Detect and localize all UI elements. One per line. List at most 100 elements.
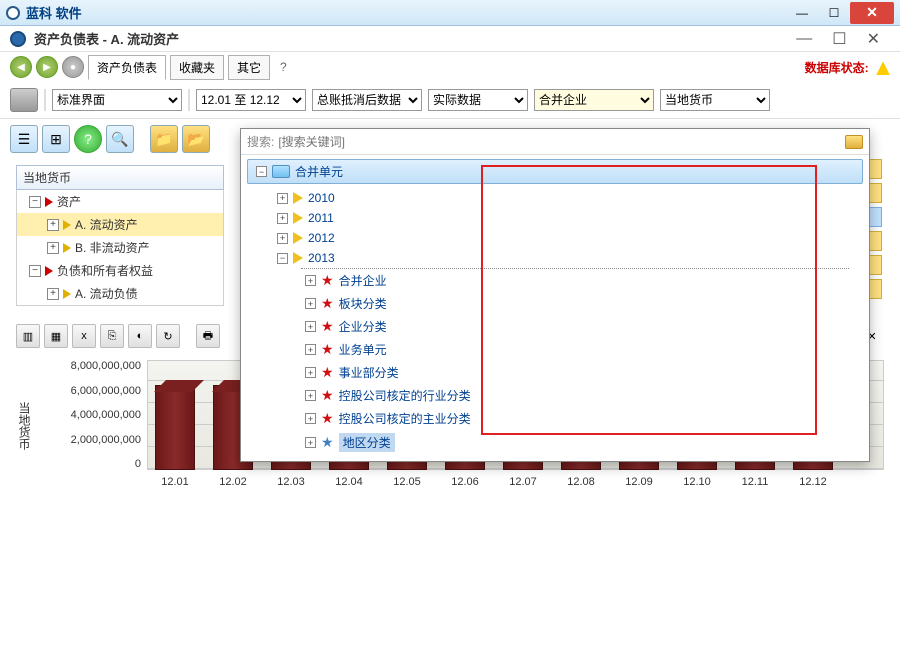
chart-print-icon[interactable]: 🖶 [196,324,220,348]
back-button[interactable]: ◀ [10,56,32,78]
inner-maximize[interactable]: ☐ [822,29,856,49]
maximize-button[interactable]: ☐ [818,2,850,24]
ledger-select[interactable]: 总账抵消后数据 [312,89,422,111]
toggle-icon[interactable]: + [305,437,316,448]
toggle-icon[interactable]: + [305,275,316,286]
year-icon [293,192,303,204]
toggle-icon[interactable]: + [277,213,288,224]
chart-refresh-icon[interactable]: ↻ [156,324,180,348]
overlay-root-node[interactable]: − 合并单元 [247,159,863,184]
node-label: B. 非流动资产 [75,239,150,256]
x-tick: 12.06 [445,476,485,488]
stop-button[interactable]: ● [62,56,84,78]
tab-other[interactable]: 其它 [228,55,270,80]
star-icon: ★ [321,341,334,358]
inner-titlebar: 资产负债表 - A. 流动资产 — ☐ ✕ [0,26,900,52]
folder-up-icon[interactable]: 📂 [182,125,210,153]
toggle-icon[interactable]: − [29,265,41,277]
toggle-icon[interactable]: + [277,193,288,204]
x-tick: 12.07 [503,476,543,488]
entity-select[interactable]: 合并企业 [534,89,654,111]
search-bar: 搜索: [241,129,869,155]
help-button[interactable]: ? [274,60,293,74]
chart-settings-icon[interactable]: ◐ [128,324,152,348]
currency-select[interactable]: 当地货币 [660,89,770,111]
entity-node[interactable]: +★合并企业 [241,269,869,292]
entity-node[interactable]: +★控股公司核定的行业分类 [241,384,869,407]
entity-node[interactable]: +★地区分类 [241,430,869,455]
entity-node[interactable]: +★事业部分类 [241,361,869,384]
nav-toolbar: ◀ ▶ ● 资产负债表 收藏夹 其它 ? 数据库状态: [0,52,900,82]
tab-favorites[interactable]: 收藏夹 [170,55,224,80]
toggle-icon[interactable]: + [305,413,316,424]
view-detail-icon[interactable]: ⊞ [42,125,70,153]
toggle-icon[interactable]: + [305,390,316,401]
help-icon[interactable]: ? [74,125,102,153]
app-icon [6,6,20,20]
y-tick: 0 [135,458,141,470]
tree-node[interactable]: +A. 流动资产 [17,213,223,236]
node-label: 2012 [308,231,335,245]
forward-button[interactable]: ▶ [36,56,58,78]
picker-icon[interactable] [845,135,863,149]
minimize-button[interactable]: — [786,2,818,24]
period-select[interactable]: 12.01 至 12.12 [196,89,306,111]
doc-icon [10,31,26,47]
node-label: 企业分类 [339,318,387,335]
node-label: 负债和所有者权益 [57,262,153,279]
node-label: 合并单元 [295,163,343,180]
year-node[interactable]: +2012 [241,228,869,248]
tree-node[interactable]: − 负债和所有者权益 [17,259,223,282]
db-status-label: 数据库状态: [805,61,869,75]
data-kind-select[interactable]: 实际数据 [428,89,528,111]
chart-export-icon[interactable]: x [72,324,96,348]
close-button[interactable]: ✕ [850,2,894,24]
year-node[interactable]: +2010 [241,188,869,208]
year-node[interactable]: −2013 [241,248,869,268]
toggle-icon[interactable]: + [305,298,316,309]
x-tick: 12.12 [793,476,833,488]
star-icon: ★ [321,318,334,335]
star-icon: ★ [321,410,334,427]
y-tick: 8,000,000,000 [71,360,141,372]
toggle-icon[interactable]: + [305,367,316,378]
toggle-icon[interactable]: + [305,344,316,355]
folder-open-icon[interactable]: 📁 [150,125,178,153]
collapse-icon[interactable]: − [256,166,267,177]
year-icon [293,232,303,244]
inner-close[interactable]: ✕ [857,29,890,49]
scope-select[interactable]: 标准界面 [52,89,182,111]
account-tree[interactable]: −资产+A. 流动资产+B. 非流动资产−负债和所有者权益+A. 流动负债 [16,190,224,306]
entity-picker-overlay: 搜索: − 合并单元 +2010+2011+2012−2013+★合并企业+★板… [240,128,870,462]
node-label: 板块分类 [339,295,387,312]
entity-node[interactable]: + ★ 企业分类 [241,315,869,338]
chart-copy-icon[interactable]: ⎘ [100,324,124,348]
toggle-icon[interactable]: − [29,196,41,208]
entity-node[interactable]: +★业务单元 [241,338,869,361]
tree-node[interactable]: +A. 流动负债 [17,282,223,305]
toggle-icon[interactable]: + [277,233,288,244]
tab-balance-sheet[interactable]: 资产负债表 [88,55,166,80]
chart-bar2-icon[interactable]: ▦ [44,324,68,348]
entity-node[interactable]: +★板块分类 [241,292,869,315]
year-node[interactable]: +2011 [241,208,869,228]
search-input[interactable] [278,135,845,149]
tree-node[interactable]: −资产 [17,190,223,213]
inner-minimize[interactable]: — [786,30,822,48]
separator [188,89,190,111]
binoculars-icon[interactable]: 🔍 [106,125,134,153]
toggle-icon[interactable]: + [47,242,59,254]
toggle-icon[interactable]: − [277,253,288,264]
entity-node[interactable]: + ★ 控股公司核定的主业分类 [241,407,869,430]
toggle-icon[interactable]: + [305,321,316,332]
x-tick: 12.05 [387,476,427,488]
printer-icon[interactable] [10,88,38,112]
toggle-icon[interactable]: + [47,288,59,300]
x-tick: 12.11 [735,476,775,488]
toggle-icon[interactable]: + [47,219,59,231]
chart-bar-icon[interactable]: ▥ [16,324,40,348]
view-list-icon[interactable]: ☰ [10,125,38,153]
node-label: 控股公司核定的主业分类 [339,410,471,427]
tree-node[interactable]: + B. 非流动资产 [17,236,223,259]
folder-icon [272,165,290,178]
